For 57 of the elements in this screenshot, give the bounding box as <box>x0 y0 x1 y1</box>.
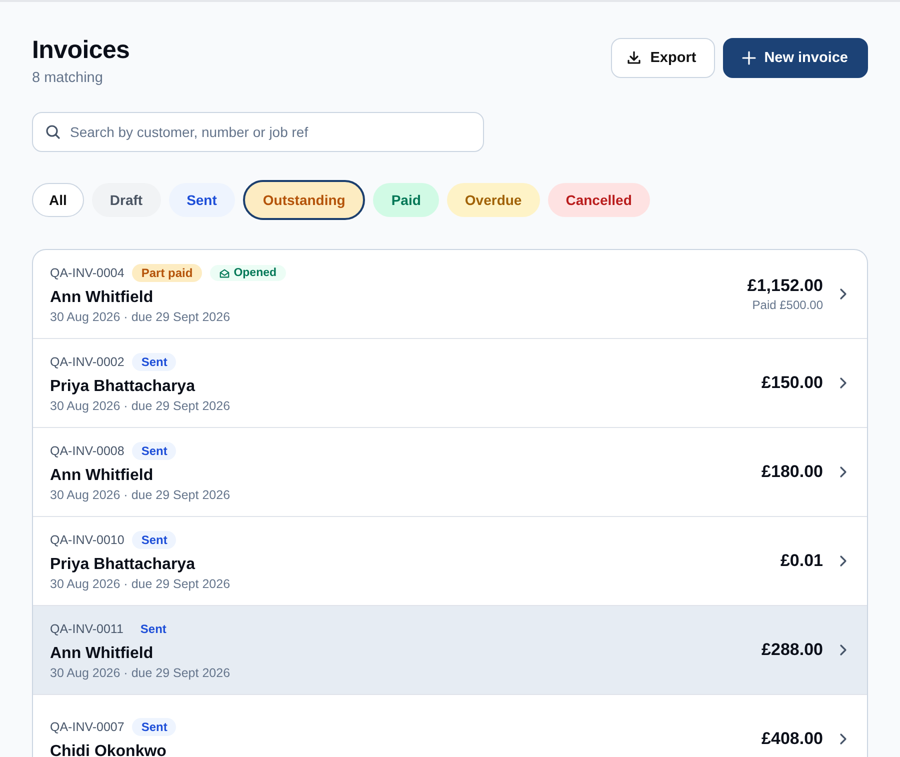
invoice-row[interactable]: QA-INV-0008 Sent Ann Whitfield 30 Aug 2026 · due 29 Sept 2026 £180.00 <box>33 428 867 517</box>
filter-chip[interactable]: Paid <box>373 183 439 217</box>
invoice-amount: £408.00 <box>762 729 823 749</box>
filter-chip[interactable]: Cancelled <box>548 183 650 217</box>
invoice-dates: 30 Aug 2026 · due 29 Sept 2026 <box>50 399 230 413</box>
filter-chip[interactable]: All <box>32 183 84 217</box>
invoice-number: QA-INV-0007 <box>50 720 124 734</box>
status-label: Part paid <box>132 264 202 282</box>
status-label: Sent <box>139 621 168 638</box>
filter-chip[interactable]: Sent <box>168 183 235 217</box>
customer-name: Ann Whitfield <box>50 467 154 485</box>
invoice-dates: 30 Aug 2026 · due 29 Sept 2026 <box>50 310 232 324</box>
chevron-right-icon <box>839 466 847 478</box>
invoice-amount: £180.00 <box>762 462 823 482</box>
chevron-right-icon <box>839 377 847 389</box>
invoice-row[interactable]: QA-INV-0004 Part paid Opened Ann Whitfield 30 Aug 2026 · due 29 Sept 2026 £1,152.00 Paid £500.00 <box>33 250 867 339</box>
customer-name: Ann Whitfield <box>50 289 154 307</box>
search-field[interactable]: Search by customer, number or job ref <box>32 112 484 152</box>
chevron-right-icon <box>839 288 847 300</box>
chevron-right-icon <box>839 733 847 745</box>
status-label: Sent <box>132 442 176 460</box>
invoice-number: QA-INV-0010 <box>50 533 124 547</box>
invoice-amount: £0.01 <box>780 551 823 571</box>
customer-name: Priya Bhattacharya <box>50 378 196 396</box>
page-title: Invoices <box>32 36 130 65</box>
paid-amount: Paid £500.00 <box>751 298 823 312</box>
result-count: 8 matching <box>32 70 104 86</box>
invoice-number: QA-INV-0002 <box>50 355 124 369</box>
export-button[interactable]: Export <box>611 38 716 78</box>
status-label: Opened <box>210 265 286 281</box>
download-icon <box>626 50 642 66</box>
invoice-number: QA-INV-0008 <box>50 444 124 458</box>
invoice-amount: £1,152.00 <box>747 276 823 296</box>
new-invoice-button[interactable]: New invoice <box>723 38 868 78</box>
invoice-dates: 30 Aug 2026 · due 29 Sept 2026 <box>50 666 230 680</box>
invoice-row[interactable]: QA-INV-0007 Sent Chidi Okonkwo £408.00 <box>33 695 867 757</box>
invoice-dates: 30 Aug 2026 · due 29 Sept 2026 <box>50 577 230 591</box>
invoice-row[interactable]: QA-INV-0002 Sent Priya Bhattacharya 30 Aug 2026 · due 29 Sept 2026 £150.00 <box>33 339 867 428</box>
customer-name: Ann Whitfield <box>50 645 154 663</box>
filter-chip[interactable]: Overdue <box>446 183 540 217</box>
envelope-icon <box>218 268 230 278</box>
invoice-amount: £150.00 <box>762 373 823 393</box>
customer-name: Chidi Okonkwo <box>50 742 168 757</box>
invoice-number: QA-INV-0011 <box>50 622 124 636</box>
filter-chip[interactable]: Outstanding <box>242 180 366 220</box>
filter-chip[interactable]: Draft <box>92 183 161 217</box>
plus-icon <box>742 51 756 65</box>
status-label: Sent <box>132 531 176 549</box>
chevron-right-icon <box>839 555 847 567</box>
invoice-number: QA-INV-0004 <box>50 266 124 280</box>
chevron-right-icon <box>839 644 847 656</box>
customer-name: Priya Bhattacharya <box>50 556 196 574</box>
invoice-amount: £288.00 <box>762 640 823 660</box>
status-label: Sent <box>132 718 176 736</box>
invoice-dates: 30 Aug 2026 · due 29 Sept 2026 <box>50 488 230 502</box>
status-label: Sent <box>132 353 176 371</box>
invoice-row[interactable]: QA-INV-0011 Sent Ann Whitfield 30 Aug 2026 · due 29 Sept 2026 £288.00 <box>33 606 867 695</box>
